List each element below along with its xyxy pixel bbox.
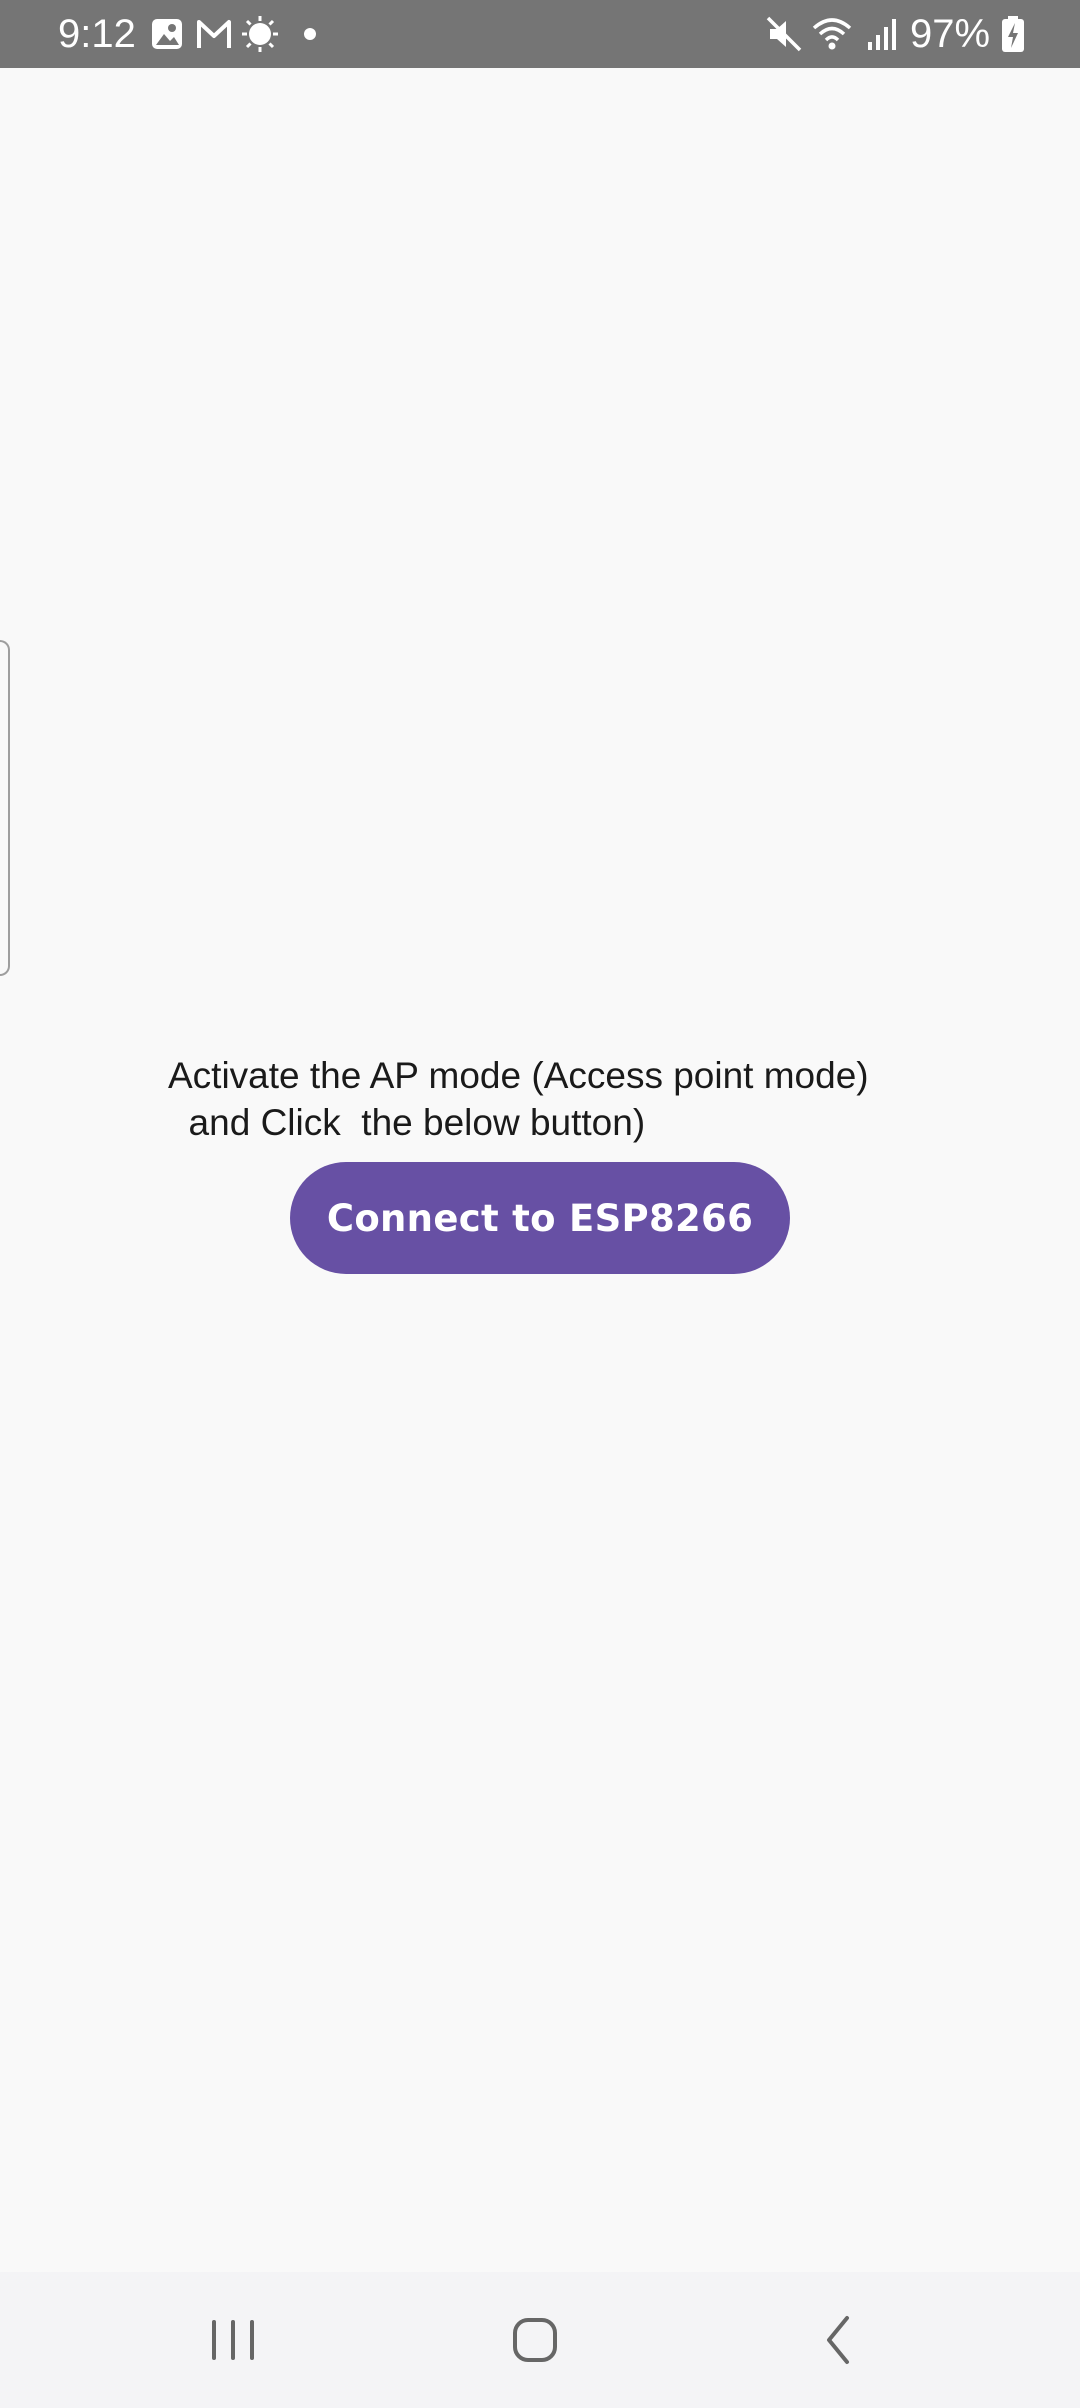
edge-panel-handle[interactable] — [0, 640, 10, 976]
signal-icon — [868, 19, 896, 50]
home-button[interactable] — [490, 2300, 580, 2380]
instruction-text: Activate the AP mode (Access point mode)… — [168, 1055, 869, 1143]
navigation-bar — [0, 2272, 1080, 2408]
notification-dot-icon — [304, 28, 316, 40]
gmail-icon — [197, 20, 231, 48]
recent-apps-button[interactable] — [188, 2300, 278, 2380]
gallery-icon — [152, 19, 182, 49]
battery-charging-icon — [1002, 16, 1024, 52]
connect-esp8266-button[interactable]: Connect to ESP8266 — [290, 1162, 790, 1274]
wifi-icon — [812, 18, 852, 50]
weather-sun-icon — [242, 16, 278, 52]
status-bar: 9:12 97% — [0, 0, 1080, 68]
mute-icon — [766, 16, 802, 52]
back-button[interactable] — [794, 2300, 884, 2380]
battery-percent: 97% — [910, 12, 991, 56]
status-time: 9:12 — [58, 12, 136, 56]
